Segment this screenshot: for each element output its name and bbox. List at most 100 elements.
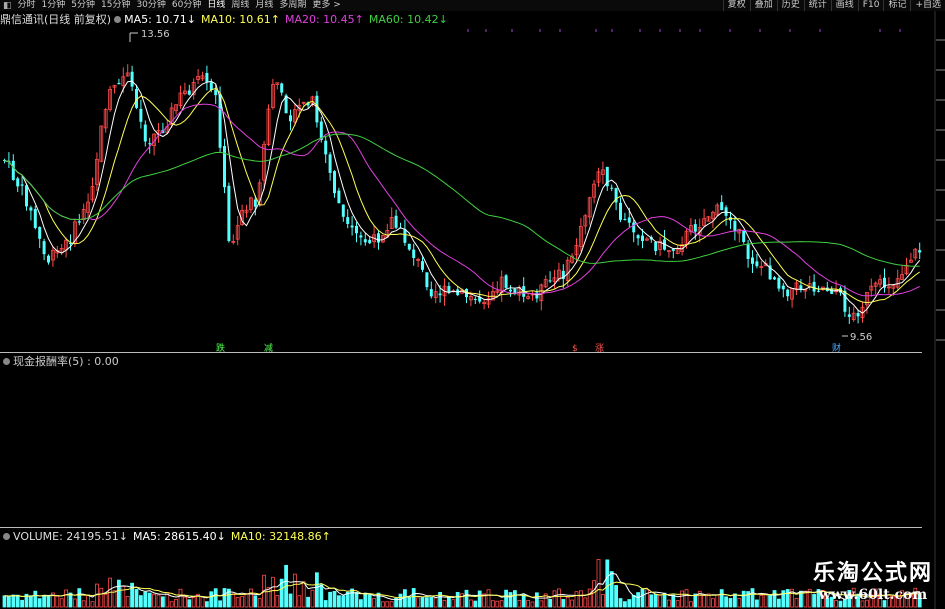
volume-bar: [147, 592, 152, 608]
volume-bar: [706, 593, 711, 608]
candle-body: [187, 90, 191, 95]
candle-body: [214, 89, 218, 96]
volume-bar: [539, 600, 544, 608]
candle-body: [77, 221, 81, 223]
volume-bar: [20, 599, 25, 608]
volume-bar: [204, 601, 209, 608]
candle-body: [223, 146, 226, 188]
candle-body: [856, 312, 860, 317]
candle-body: [918, 250, 922, 253]
volume-bar: [323, 600, 328, 608]
volume-bar: [2, 595, 7, 608]
candle-body: [693, 224, 697, 232]
volume-bar: [548, 598, 552, 608]
volume-bar: [266, 587, 271, 608]
period-tab[interactable]: 5分钟: [68, 0, 98, 11]
ma10-label: MA10: 10.61↑: [201, 12, 280, 26]
volume-bar: [59, 598, 64, 608]
volume-bar: [160, 596, 165, 608]
volume-bar: [407, 597, 412, 608]
volume-bar: [601, 594, 605, 608]
candle-body: [280, 83, 284, 93]
tool-button[interactable]: 复权: [722, 0, 750, 11]
volume-bar: [103, 593, 108, 608]
period-tab[interactable]: 30分钟: [133, 0, 168, 11]
volume-bar: [222, 588, 227, 608]
volume-bar: [565, 596, 570, 608]
volume-bar: [341, 595, 346, 608]
candle-body: [843, 290, 847, 312]
volume-bar: [755, 599, 759, 608]
volume-bar: [684, 589, 689, 608]
candle-body: [25, 185, 28, 207]
tool-button[interactable]: 标记: [883, 0, 910, 11]
period-tab[interactable]: 日线: [204, 0, 228, 11]
period-tab[interactable]: 多周期: [276, 0, 309, 11]
tool-buttons: 复权 叠加 历史 统计 画线 F10 标记 +自选: [722, 0, 945, 11]
volume-bar: [719, 589, 724, 608]
tool-button[interactable]: 历史: [776, 0, 804, 11]
tool-button[interactable]: +自选: [910, 0, 945, 11]
volume-bar: [662, 592, 667, 608]
volume-bar: [552, 590, 557, 608]
period-tab[interactable]: 1分钟: [39, 0, 69, 11]
settings-dot-icon[interactable]: [114, 15, 122, 23]
period-tab[interactable]: 15分钟: [98, 0, 133, 11]
tool-button[interactable]: 统计: [803, 0, 831, 11]
candle-body: [636, 235, 640, 239]
volume-bar: [46, 595, 51, 608]
period-tab[interactable]: 月线: [252, 0, 276, 11]
volume-bar: [7, 595, 11, 608]
candle-body: [42, 241, 46, 255]
stock-title: 鼎信通讯(日线 前复权): [0, 13, 112, 26]
kline-chart[interactable]: 13.569.56跌减 $ 涨财: [0, 0, 945, 609]
settings-dot-icon[interactable]: [3, 533, 10, 540]
tool-button[interactable]: F10: [857, 0, 884, 11]
volume-bar: [636, 592, 640, 608]
volume-bar: [213, 588, 218, 608]
tool-button[interactable]: 画线: [830, 0, 858, 11]
volume-bar: [95, 583, 99, 608]
volume-bar: [561, 599, 566, 608]
volume-bar: [803, 590, 808, 608]
candle-body: [746, 243, 750, 259]
period-tab[interactable]: 分时: [15, 0, 39, 11]
period-tab[interactable]: 更多 >: [309, 0, 343, 11]
settings-dot-icon[interactable]: [3, 357, 10, 365]
candle-body: [324, 140, 328, 155]
volume-bar: [319, 584, 324, 608]
volume-bar: [680, 590, 684, 608]
volume-bar: [702, 595, 706, 608]
volume-bar: [77, 588, 82, 608]
volume-bar: [350, 588, 355, 608]
candle-body: [368, 239, 372, 244]
volume-bar: [125, 595, 130, 608]
volume-bar: [64, 589, 68, 608]
candle-body: [473, 298, 477, 300]
candle-body: [751, 257, 754, 264]
volume-bar: [763, 593, 768, 608]
candle-body: [341, 204, 345, 217]
candle-body: [425, 272, 429, 288]
volume-bar: [174, 599, 179, 608]
volume-bar: [724, 596, 728, 608]
ma20-line: [4, 103, 920, 297]
volume-bar: [579, 590, 583, 608]
candle-body: [253, 199, 257, 207]
volume-bar: [504, 589, 509, 608]
candle-body: [777, 277, 781, 289]
volume-bar: [649, 594, 654, 608]
tool-button[interactable]: 叠加: [749, 0, 777, 11]
volume-bar: [495, 600, 500, 608]
volume-bar: [37, 598, 42, 608]
candle-body: [209, 82, 213, 90]
volume-bar: [741, 590, 746, 608]
volume-bar: [275, 595, 280, 608]
period-tab[interactable]: 周线: [228, 0, 252, 11]
volume-bar: [530, 601, 535, 608]
volume-bar: [28, 595, 33, 608]
candle-body: [720, 202, 724, 211]
candle-body: [47, 255, 50, 263]
period-tab[interactable]: 60分钟: [169, 0, 204, 11]
panel-toggle-icon[interactable]: ◧: [0, 1, 15, 11]
